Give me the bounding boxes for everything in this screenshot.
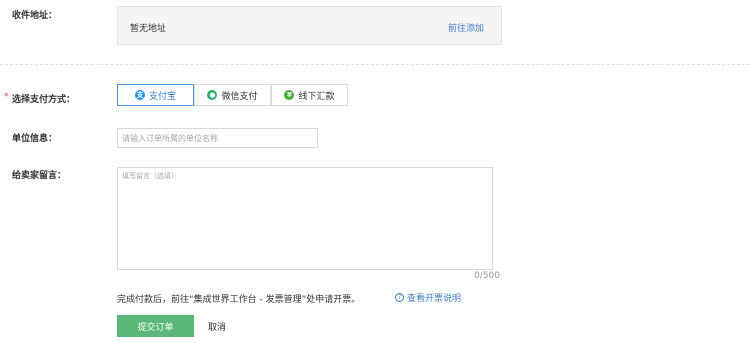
question-icon: ? bbox=[395, 293, 404, 302]
required-mark: * bbox=[4, 92, 9, 102]
submit-order-button[interactable]: 提交订单 bbox=[117, 315, 194, 337]
payment-option-alipay[interactable]: 支 支付宝 bbox=[117, 84, 194, 106]
address-empty-text: 暂无地址 bbox=[130, 24, 167, 34]
unit-info-label: 单位信息： bbox=[12, 134, 58, 144]
payment-option-offline[interactable]: ¥ 线下汇款 bbox=[271, 84, 348, 106]
section-divider bbox=[0, 64, 750, 65]
char-counter: 0/500 bbox=[474, 271, 500, 281]
address-label: 收件地址： bbox=[12, 11, 58, 21]
invoice-help-link-label: 查看开票说明 bbox=[407, 294, 462, 304]
add-address-link[interactable]: 前往添加 bbox=[448, 21, 484, 34]
seller-message-label: 给卖家留言： bbox=[12, 171, 67, 181]
payment-option-label: 支付宝 bbox=[148, 91, 176, 102]
payment-method-label: 选择支付方式： bbox=[12, 95, 76, 105]
wechat-icon: ● bbox=[207, 90, 218, 100]
unit-name-input[interactable] bbox=[117, 128, 318, 148]
invoice-notice: 完成付款后，前往“集成世界工作台 - 发票管理”处申请开票。 bbox=[117, 295, 361, 305]
address-box: 暂无地址 前往添加 bbox=[117, 6, 502, 45]
cancel-button[interactable]: 取消 bbox=[208, 320, 226, 333]
payment-option-label: 线下汇款 bbox=[298, 91, 335, 102]
invoice-help-link[interactable]: ? 查看开票说明 bbox=[395, 291, 461, 304]
offline-transfer-icon: ¥ bbox=[284, 90, 295, 100]
payment-option-wechat[interactable]: ● 微信支付 bbox=[194, 84, 271, 106]
seller-message-textarea[interactable] bbox=[117, 167, 493, 270]
alipay-icon: 支 bbox=[134, 90, 145, 100]
payment-option-label: 微信支付 bbox=[221, 91, 258, 102]
